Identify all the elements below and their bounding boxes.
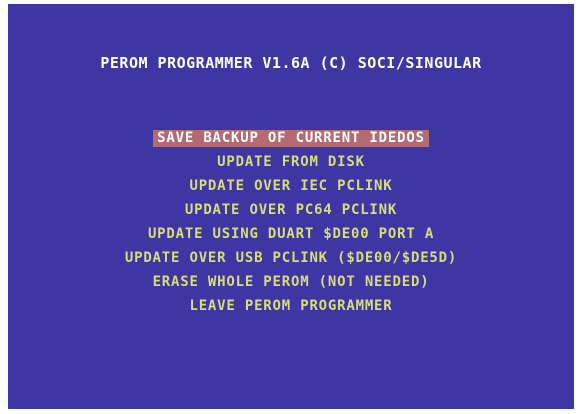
menu-item-update-from-disk[interactable]: UPDATE FROM DISK [8,150,574,174]
menu-item-leave-programmer[interactable]: LEAVE PEROM PROGRAMMER [8,294,574,318]
main-menu: SAVE BACKUP OF CURRENT IDEDOS UPDATE FRO… [8,126,574,318]
menu-item-update-usb-pclink[interactable]: UPDATE OVER USB PCLINK ($DE00/$DE5D) [8,246,574,270]
program-title: PEROM PROGRAMMER V1.6A (C) SOCI/SINGULAR [100,54,482,72]
menu-item-label: SAVE BACKUP OF CURRENT IDEDOS [153,130,429,147]
menu-item-save-backup[interactable]: SAVE BACKUP OF CURRENT IDEDOS [8,126,574,150]
menu-item-label: UPDATE OVER USB PCLINK ($DE00/$DE5D) [124,250,458,266]
menu-item-label: UPDATE OVER PC64 PCLINK [184,202,398,218]
menu-item-label: UPDATE OVER IEC PCLINK [189,178,393,194]
menu-item-label: ERASE WHOLE PEROM (NOT NEEDED) [152,274,430,290]
menu-item-label: UPDATE FROM DISK [217,154,365,170]
menu-item-update-iec-pclink[interactable]: UPDATE OVER IEC PCLINK [8,174,574,198]
menu-item-label: LEAVE PEROM PROGRAMMER [189,298,393,314]
menu-item-update-pc64-pclink[interactable]: UPDATE OVER PC64 PCLINK [8,198,574,222]
menu-item-label: UPDATE USING DUART $DE00 PORT A [147,226,435,242]
menu-item-erase-perom[interactable]: ERASE WHOLE PEROM (NOT NEEDED) [8,270,574,294]
c64-screen: PEROM PROGRAMMER V1.6A (C) SOCI/SINGULAR… [8,4,574,409]
menu-item-update-duart[interactable]: UPDATE USING DUART $DE00 PORT A [8,222,574,246]
